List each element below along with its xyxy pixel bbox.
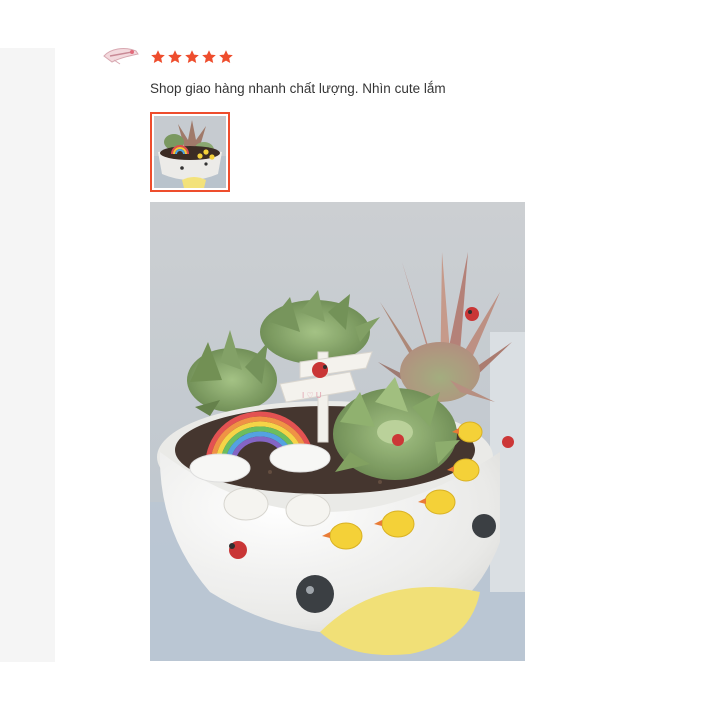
review-photo-image: I ♡ U (150, 202, 525, 661)
rating-stars (150, 49, 234, 65)
star-icon (185, 50, 199, 63)
star-icon (202, 50, 216, 63)
avatar-image (103, 48, 139, 65)
star-icon (219, 50, 233, 63)
review-item: Shop giao hàng nhanh chất lượng. Nhìn cu… (0, 0, 711, 711)
star-icon (168, 50, 182, 63)
thumbnail-image (154, 116, 226, 188)
review-photo-thumbnail[interactable] (150, 112, 230, 192)
avatar[interactable] (102, 44, 140, 66)
review-photo[interactable]: I ♡ U (150, 202, 525, 661)
star-icon (151, 50, 165, 63)
review-comment: Shop giao hàng nhanh chất lượng. Nhìn cu… (150, 81, 446, 96)
